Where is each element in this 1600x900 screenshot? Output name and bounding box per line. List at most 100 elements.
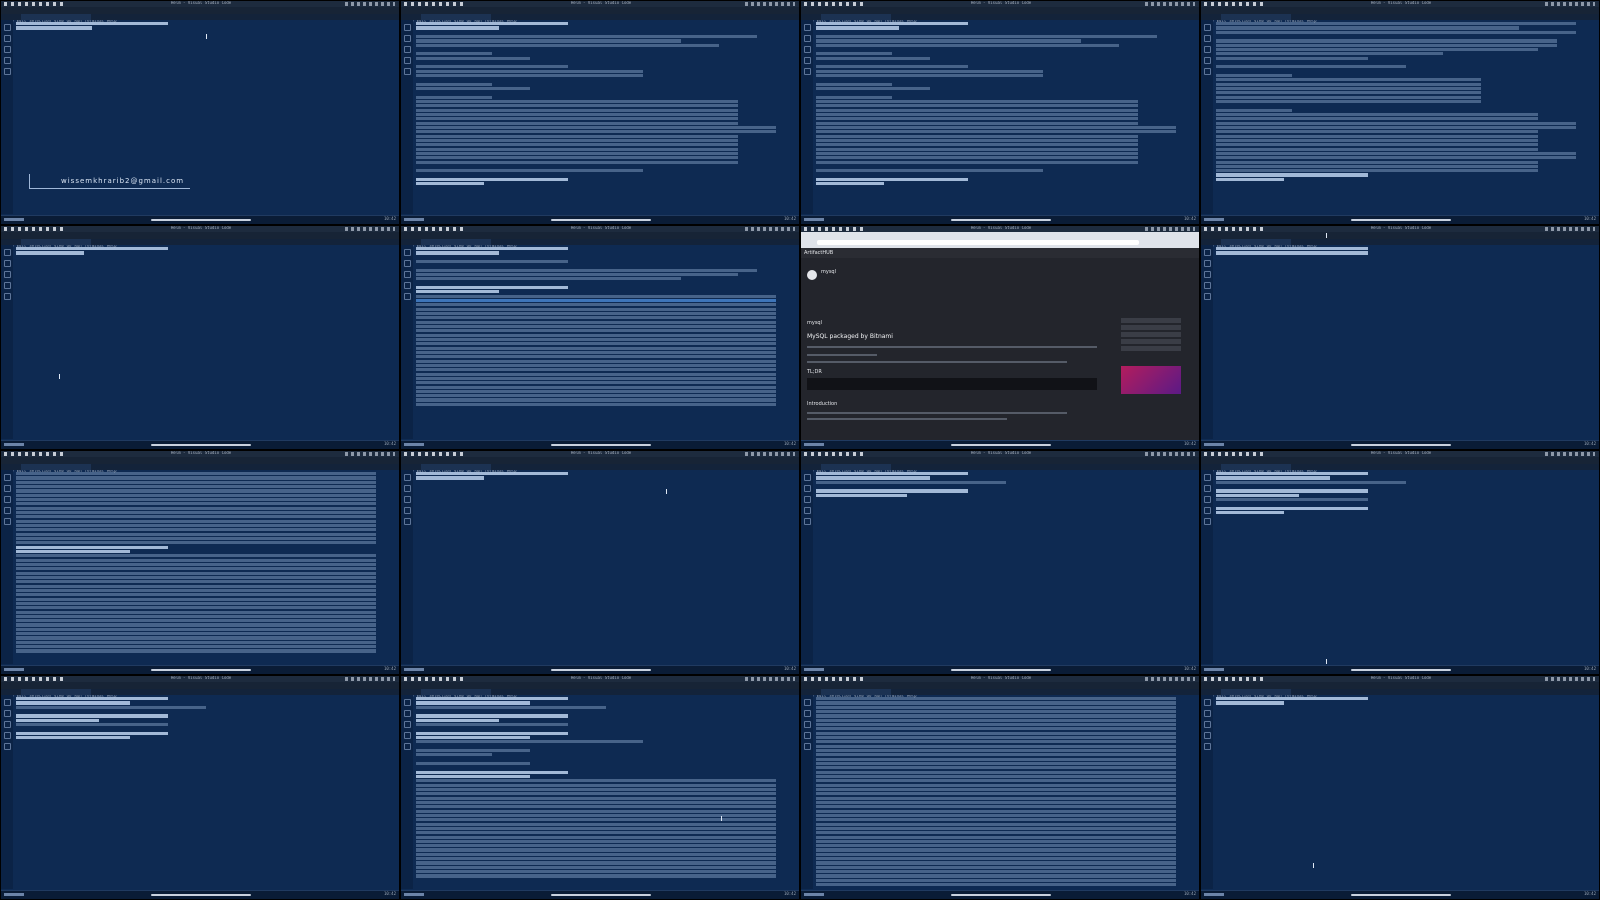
vscode-terminal-thumbnail[interactable]: Helm - Visual Studio Code FileEditSelecti… — [401, 226, 799, 449]
tab-terminal[interactable] — [21, 689, 91, 695]
video-scrub-bar[interactable] — [1351, 444, 1451, 446]
terminal-text-line — [816, 104, 1139, 108]
vscode-terminal-thumbnail[interactable]: Helm - Visual Studio Code FileEditSelecti… — [801, 676, 1199, 899]
vscode-terminal-thumbnail[interactable]: Helm - Visual Studio Code FileEditSelecti… — [401, 1, 799, 224]
terminal-output[interactable] — [1216, 22, 1595, 212]
tab-terminal[interactable] — [1221, 14, 1291, 20]
video-scrub-bar[interactable] — [551, 669, 651, 671]
video-scrub-bar[interactable] — [1351, 219, 1451, 221]
terminal-output[interactable] — [1216, 697, 1595, 887]
activity-bar — [1201, 20, 1213, 214]
terminal-text-line — [16, 484, 377, 489]
status-clock: 10:42 — [383, 666, 396, 671]
tab-terminal[interactable] — [1221, 464, 1291, 470]
status-items — [404, 893, 424, 896]
search-icon — [804, 35, 811, 42]
terminal-output[interactable] — [816, 22, 1195, 212]
tab-terminal[interactable] — [1221, 689, 1291, 695]
tab-terminal[interactable] — [421, 689, 491, 695]
terminal-text-line — [1216, 108, 1292, 112]
terminal-text-line — [816, 52, 892, 56]
terminal-output[interactable] — [16, 247, 395, 437]
tab-terminal[interactable] — [821, 464, 891, 470]
editor-tabs — [1201, 239, 1599, 245]
window-title: Helm - Visual Studio Code — [971, 226, 1032, 230]
vscode-terminal-thumbnail[interactable]: Helm - Visual Studio Code FileEditSelecti… — [1, 226, 399, 449]
browser-window-thumbnail[interactable]: Helm - Visual Studio Code ArtifactHUB mysq… — [801, 226, 1199, 449]
terminal-text-line — [1216, 480, 1406, 484]
address-bar[interactable] — [817, 240, 1139, 245]
source-control-icon — [404, 46, 411, 53]
vscode-terminal-thumbnail[interactable]: Helm - Visual Studio Code FileEditSelecti… — [401, 676, 799, 899]
vscode-terminal-thumbnail[interactable]: Helm - Visual Studio Code FileEditSelecti… — [1201, 226, 1599, 449]
terminal-output[interactable] — [816, 472, 1195, 662]
promo-banner[interactable] — [1121, 366, 1181, 394]
tab-terminal[interactable] — [421, 464, 491, 470]
terminal-text-line — [816, 835, 1177, 839]
video-scrub-bar[interactable] — [951, 444, 1051, 446]
search-icon — [1204, 710, 1211, 717]
terminal-output[interactable] — [1216, 247, 1595, 437]
video-scrub-bar[interactable] — [1351, 894, 1451, 896]
vscode-terminal-thumbnail[interactable]: Helm - Visual Studio Code FileEditSelecti… — [1, 451, 399, 674]
status-items — [804, 443, 824, 446]
video-scrub-bar[interactable] — [1351, 669, 1451, 671]
video-scrub-bar[interactable] — [551, 894, 651, 896]
terminal-output[interactable] — [1216, 472, 1595, 662]
terminal-text-line — [416, 307, 777, 311]
terminal-output[interactable] — [416, 697, 795, 887]
status-bar: 10:42 — [401, 890, 799, 899]
terminal-text-line — [16, 580, 377, 584]
terminal-text-line — [16, 722, 168, 727]
video-scrub-bar[interactable] — [551, 219, 651, 221]
tab-terminal[interactable] — [1221, 239, 1291, 245]
vscode-terminal-thumbnail[interactable]: Helm - Visual Studio Code FileEditSelecti… — [401, 451, 799, 674]
terminal-prompt-line — [816, 22, 968, 26]
terminal-text-line — [416, 783, 777, 787]
terminal-text-line — [16, 536, 377, 541]
terminal-output[interactable] — [16, 697, 395, 887]
terminal-text-line — [816, 826, 1177, 831]
tab-terminal[interactable] — [821, 689, 891, 695]
terminal-text-line — [16, 532, 377, 536]
site-brand[interactable]: ArtifactHUB — [804, 250, 833, 256]
source-control-icon — [404, 271, 411, 278]
tab-terminal[interactable] — [21, 464, 91, 470]
tab-terminal[interactable] — [821, 14, 891, 20]
video-scrub-bar[interactable] — [151, 219, 251, 221]
run-icon — [4, 732, 11, 739]
terminal-output[interactable] — [416, 247, 795, 437]
vscode-terminal-thumbnail[interactable]: Helm - Visual Studio Code FileEditSelecti… — [1201, 1, 1599, 224]
vscode-terminal-thumbnail[interactable]: Helm - Visual Studio Code FileEditSelecti… — [1201, 451, 1599, 674]
video-scrub-bar[interactable] — [151, 669, 251, 671]
vscode-terminal-thumbnail[interactable]: Helm - Visual Studio Code FileEditSelecti… — [1, 1, 399, 224]
vscode-terminal-thumbnail[interactable]: Helm - Visual Studio Code FileEditSelecti… — [1201, 676, 1599, 899]
status-clock: 10:42 — [783, 216, 796, 221]
tab-terminal[interactable] — [21, 14, 91, 20]
window-title: Helm - Visual Studio Code — [171, 451, 232, 455]
tab-terminal[interactable] — [421, 14, 491, 20]
terminal-output[interactable] — [16, 472, 395, 662]
terminal-prompt-line — [16, 718, 100, 722]
video-scrub-bar[interactable] — [951, 894, 1051, 896]
status-items — [4, 668, 24, 671]
vscode-terminal-thumbnail[interactable]: Helm - Visual Studio Code FileEditSelecti… — [1, 676, 399, 899]
vscode-terminal-thumbnail[interactable]: Helm - Visual Studio Code FileEditSelecti… — [801, 451, 1199, 674]
tab-terminal[interactable] — [21, 239, 91, 245]
video-scrub-bar[interactable] — [151, 894, 251, 896]
terminal-output[interactable] — [416, 22, 795, 212]
video-scrub-bar[interactable] — [551, 444, 651, 446]
terminal-output[interactable] — [416, 472, 795, 662]
video-scrub-bar[interactable] — [951, 669, 1051, 671]
explorer-icon — [4, 474, 11, 481]
window-title: Helm - Visual Studio Code — [571, 226, 632, 230]
status-clock: 10:42 — [1183, 891, 1196, 896]
terminal-text-line — [816, 112, 1139, 117]
vscode-terminal-thumbnail[interactable]: Helm - Visual Studio Code FileEditSelecti… — [801, 1, 1199, 224]
source-control-icon — [804, 496, 811, 503]
terminal-text-line — [16, 705, 206, 709]
video-scrub-bar[interactable] — [151, 444, 251, 446]
video-scrub-bar[interactable] — [951, 219, 1051, 221]
tab-terminal[interactable] — [421, 239, 491, 245]
terminal-output[interactable] — [816, 697, 1195, 887]
